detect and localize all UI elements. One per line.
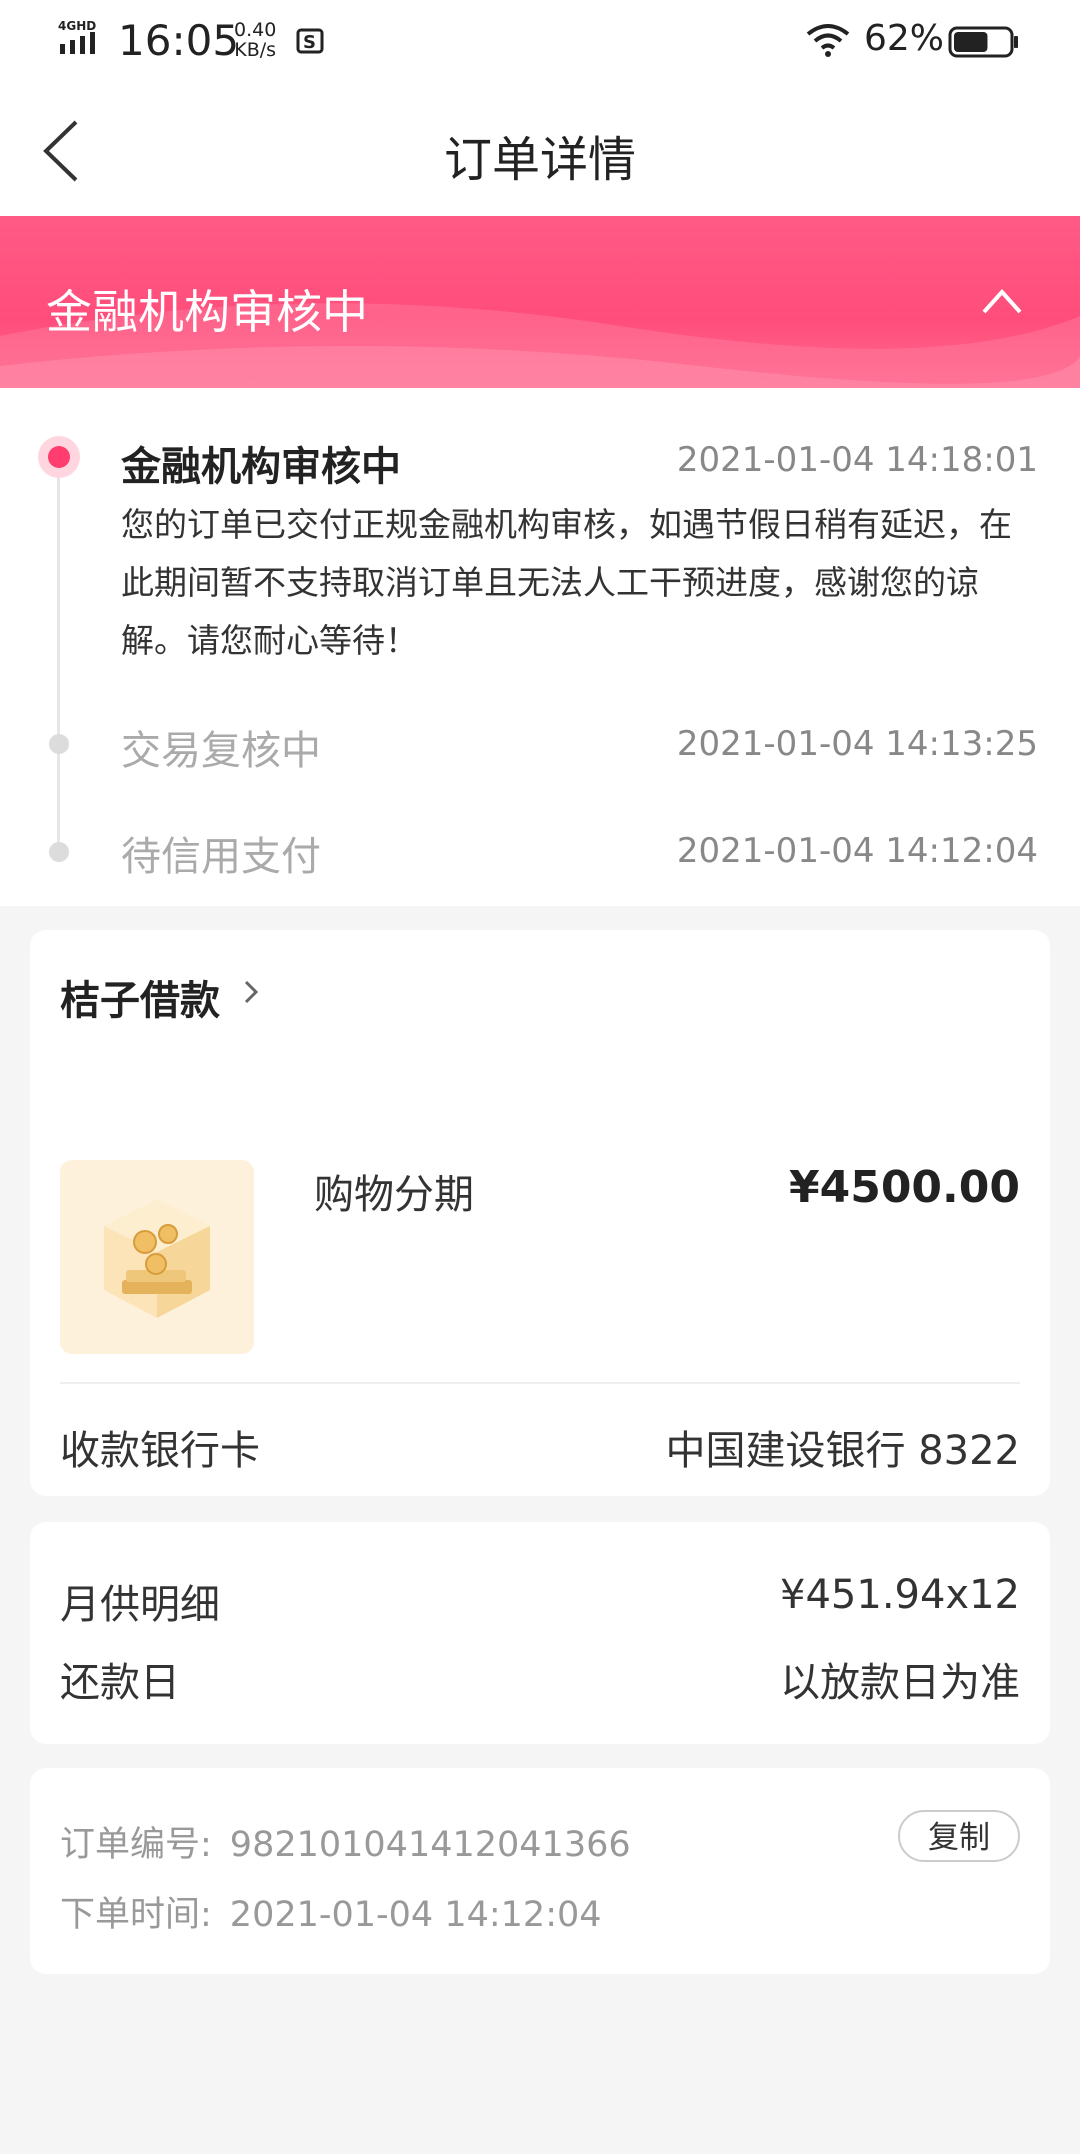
- timeline-dot: [49, 734, 69, 754]
- speed-unit: KB/s: [234, 39, 277, 61]
- battery-percent: 62%: [864, 18, 945, 59]
- wifi-icon: [804, 22, 852, 60]
- order-card: 桔子借款 购物分期 ¥4500.00 收款银行卡 中国建设银行 8322: [30, 930, 1050, 1496]
- monthly-payment-value: ¥451.94x12: [780, 1572, 1020, 1618]
- timeline-step-title: 金融机构审核中: [121, 444, 401, 490]
- timeline-step-desc: 您的订单已交付正规金融机构审核，如遇节假日稍有延迟，在此期间暂不支持取消订单且无…: [121, 505, 1012, 660]
- order-number-row: 订单编号: 98210104141204136​6: [60, 1816, 631, 1867]
- battery-icon: [948, 26, 1020, 58]
- network-speed: 0.40 KB/s: [234, 20, 276, 60]
- repayment-card: 月供明细 ¥451.94x12 还款日 以放款日为准: [30, 1522, 1050, 1744]
- svg-text:4GHD: 4GHD: [58, 19, 96, 33]
- page-title: 订单详情: [443, 132, 636, 188]
- notification-icon: S: [294, 24, 328, 58]
- status-bar: 4GHD 16:05 0.40 KB/s S 62%: [0, 0, 1080, 86]
- order-time-label: 下单时间:: [60, 1895, 212, 1935]
- coin-cube-icon: [104, 1200, 210, 1318]
- repayment-date-label: 还款日: [60, 1660, 180, 1706]
- order-time-value: 2021-01-04 14:12:04: [229, 1895, 602, 1935]
- product-image: [60, 1160, 254, 1354]
- order-number-label: 订单编号:: [60, 1825, 212, 1865]
- banner-status-text: 金融机构审核中: [46, 285, 368, 339]
- timeline-step-time: 2021-01-04 14:12:04: [676, 831, 1038, 871]
- status-banner[interactable]: 金融机构审核中: [0, 216, 1080, 388]
- svg-text:S: S: [303, 32, 316, 53]
- lender-link[interactable]: 桔子借款: [60, 968, 220, 1026]
- timeline-step-title: 待信用支付: [121, 834, 321, 880]
- copy-button[interactable]: 复制: [898, 1810, 1020, 1862]
- order-number-value: 98210104141204136​6: [229, 1825, 631, 1865]
- order-time-row: 下单时间: 2021-01-04 14:12:04: [60, 1886, 602, 1937]
- timeline-step-title: 交易复核中: [121, 728, 321, 774]
- speed-value: 0.40: [234, 19, 277, 41]
- timeline-step-time: 2021-01-04 14:18:01: [676, 440, 1038, 480]
- signal-icon: 4GHD: [58, 18, 108, 58]
- timeline-step-time: 2021-01-04 14:13:25: [676, 724, 1038, 764]
- repayment-date-value: 以放款日为准: [780, 1660, 1020, 1706]
- product-price: ¥4500.00: [788, 1162, 1020, 1213]
- collapse-chevron-icon[interactable]: [980, 286, 1024, 316]
- nav-bar: 订单详情: [0, 86, 1080, 216]
- timeline-dot: [49, 842, 69, 862]
- timeline-line: [57, 448, 60, 842]
- order-info-card: 订单编号: 98210104141204136​6 复制 下单时间: 2021-01…: [30, 1768, 1050, 1974]
- order-timeline: 金融机构审核中 2021-01-04 14:18:01 您的订单已交付正规金融机…: [0, 388, 1080, 906]
- product-name: 购物分期: [314, 1172, 474, 1218]
- chevron-right-icon[interactable]: [242, 978, 260, 1006]
- monthly-payment-label: 月供明细: [60, 1582, 220, 1628]
- bank-card-label: 收款银行卡: [60, 1428, 260, 1474]
- clock: 16:05: [118, 16, 240, 65]
- bank-card-value: 中国建设银行 8322: [665, 1428, 1020, 1474]
- divider: [60, 1382, 1020, 1384]
- timeline-dot-active: [38, 436, 80, 478]
